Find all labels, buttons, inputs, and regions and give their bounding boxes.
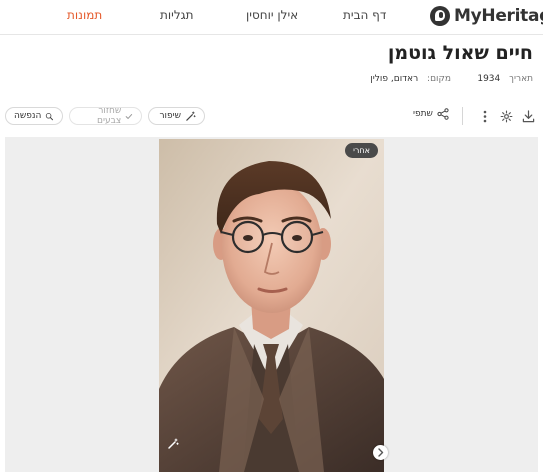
nav-item-family-tree[interactable]: אילן יוחסין xyxy=(246,8,298,22)
download-icon[interactable] xyxy=(520,108,536,124)
animate-icon xyxy=(46,112,54,120)
gear-icon[interactable] xyxy=(498,108,514,124)
myheritage-logo[interactable]: MyHeritage xyxy=(430,5,543,27)
nav-item-photos[interactable]: תמונות xyxy=(67,8,102,22)
photo-date: תאריך 1934 xyxy=(477,74,533,84)
portrait-photo[interactable]: אחרי xyxy=(159,139,384,472)
toolbar-divider xyxy=(462,107,463,125)
date-label: תאריך xyxy=(509,74,533,84)
enhance-wand-icon[interactable] xyxy=(167,435,179,454)
checkmark-icon xyxy=(125,113,133,119)
magic-wand-icon xyxy=(186,111,196,121)
page-title: חיים שאול גוטמן xyxy=(387,42,533,64)
nav-item-home[interactable]: דף הבית xyxy=(343,8,386,22)
color-restore-button[interactable]: שחזור צבעים xyxy=(69,106,142,126)
place-label: מקום: xyxy=(427,74,451,84)
after-badge[interactable]: אחרי xyxy=(345,143,378,158)
share-label: שתפי xyxy=(413,109,433,119)
portrait-image xyxy=(159,139,384,472)
animate-label: הנפשה xyxy=(14,111,42,121)
myheritage-logo-icon xyxy=(430,6,450,26)
nav-item-discoveries[interactable]: תגליות xyxy=(160,8,194,22)
date-value: 1934 xyxy=(477,74,501,84)
logo-text: MyHeritage xyxy=(454,6,543,26)
color-restore-label: שחזור צבעים xyxy=(97,106,122,126)
share-icon xyxy=(437,108,449,120)
enhance-label: שיפור xyxy=(159,111,181,121)
more-vertical-icon[interactable] xyxy=(477,108,493,124)
photo-place: מקום: ראדום, פולין xyxy=(370,74,451,84)
place-value: ראדום, פולין xyxy=(370,74,419,84)
enhance-button[interactable]: שיפור xyxy=(148,107,205,125)
share-button[interactable]: שתפי xyxy=(413,108,449,120)
top-navigation: MyHeritage דף הבית אילן יוחסין תגליות תמ… xyxy=(0,0,543,35)
chevron-right-icon[interactable] xyxy=(373,445,388,460)
animate-button[interactable]: הנפשה xyxy=(5,107,63,125)
